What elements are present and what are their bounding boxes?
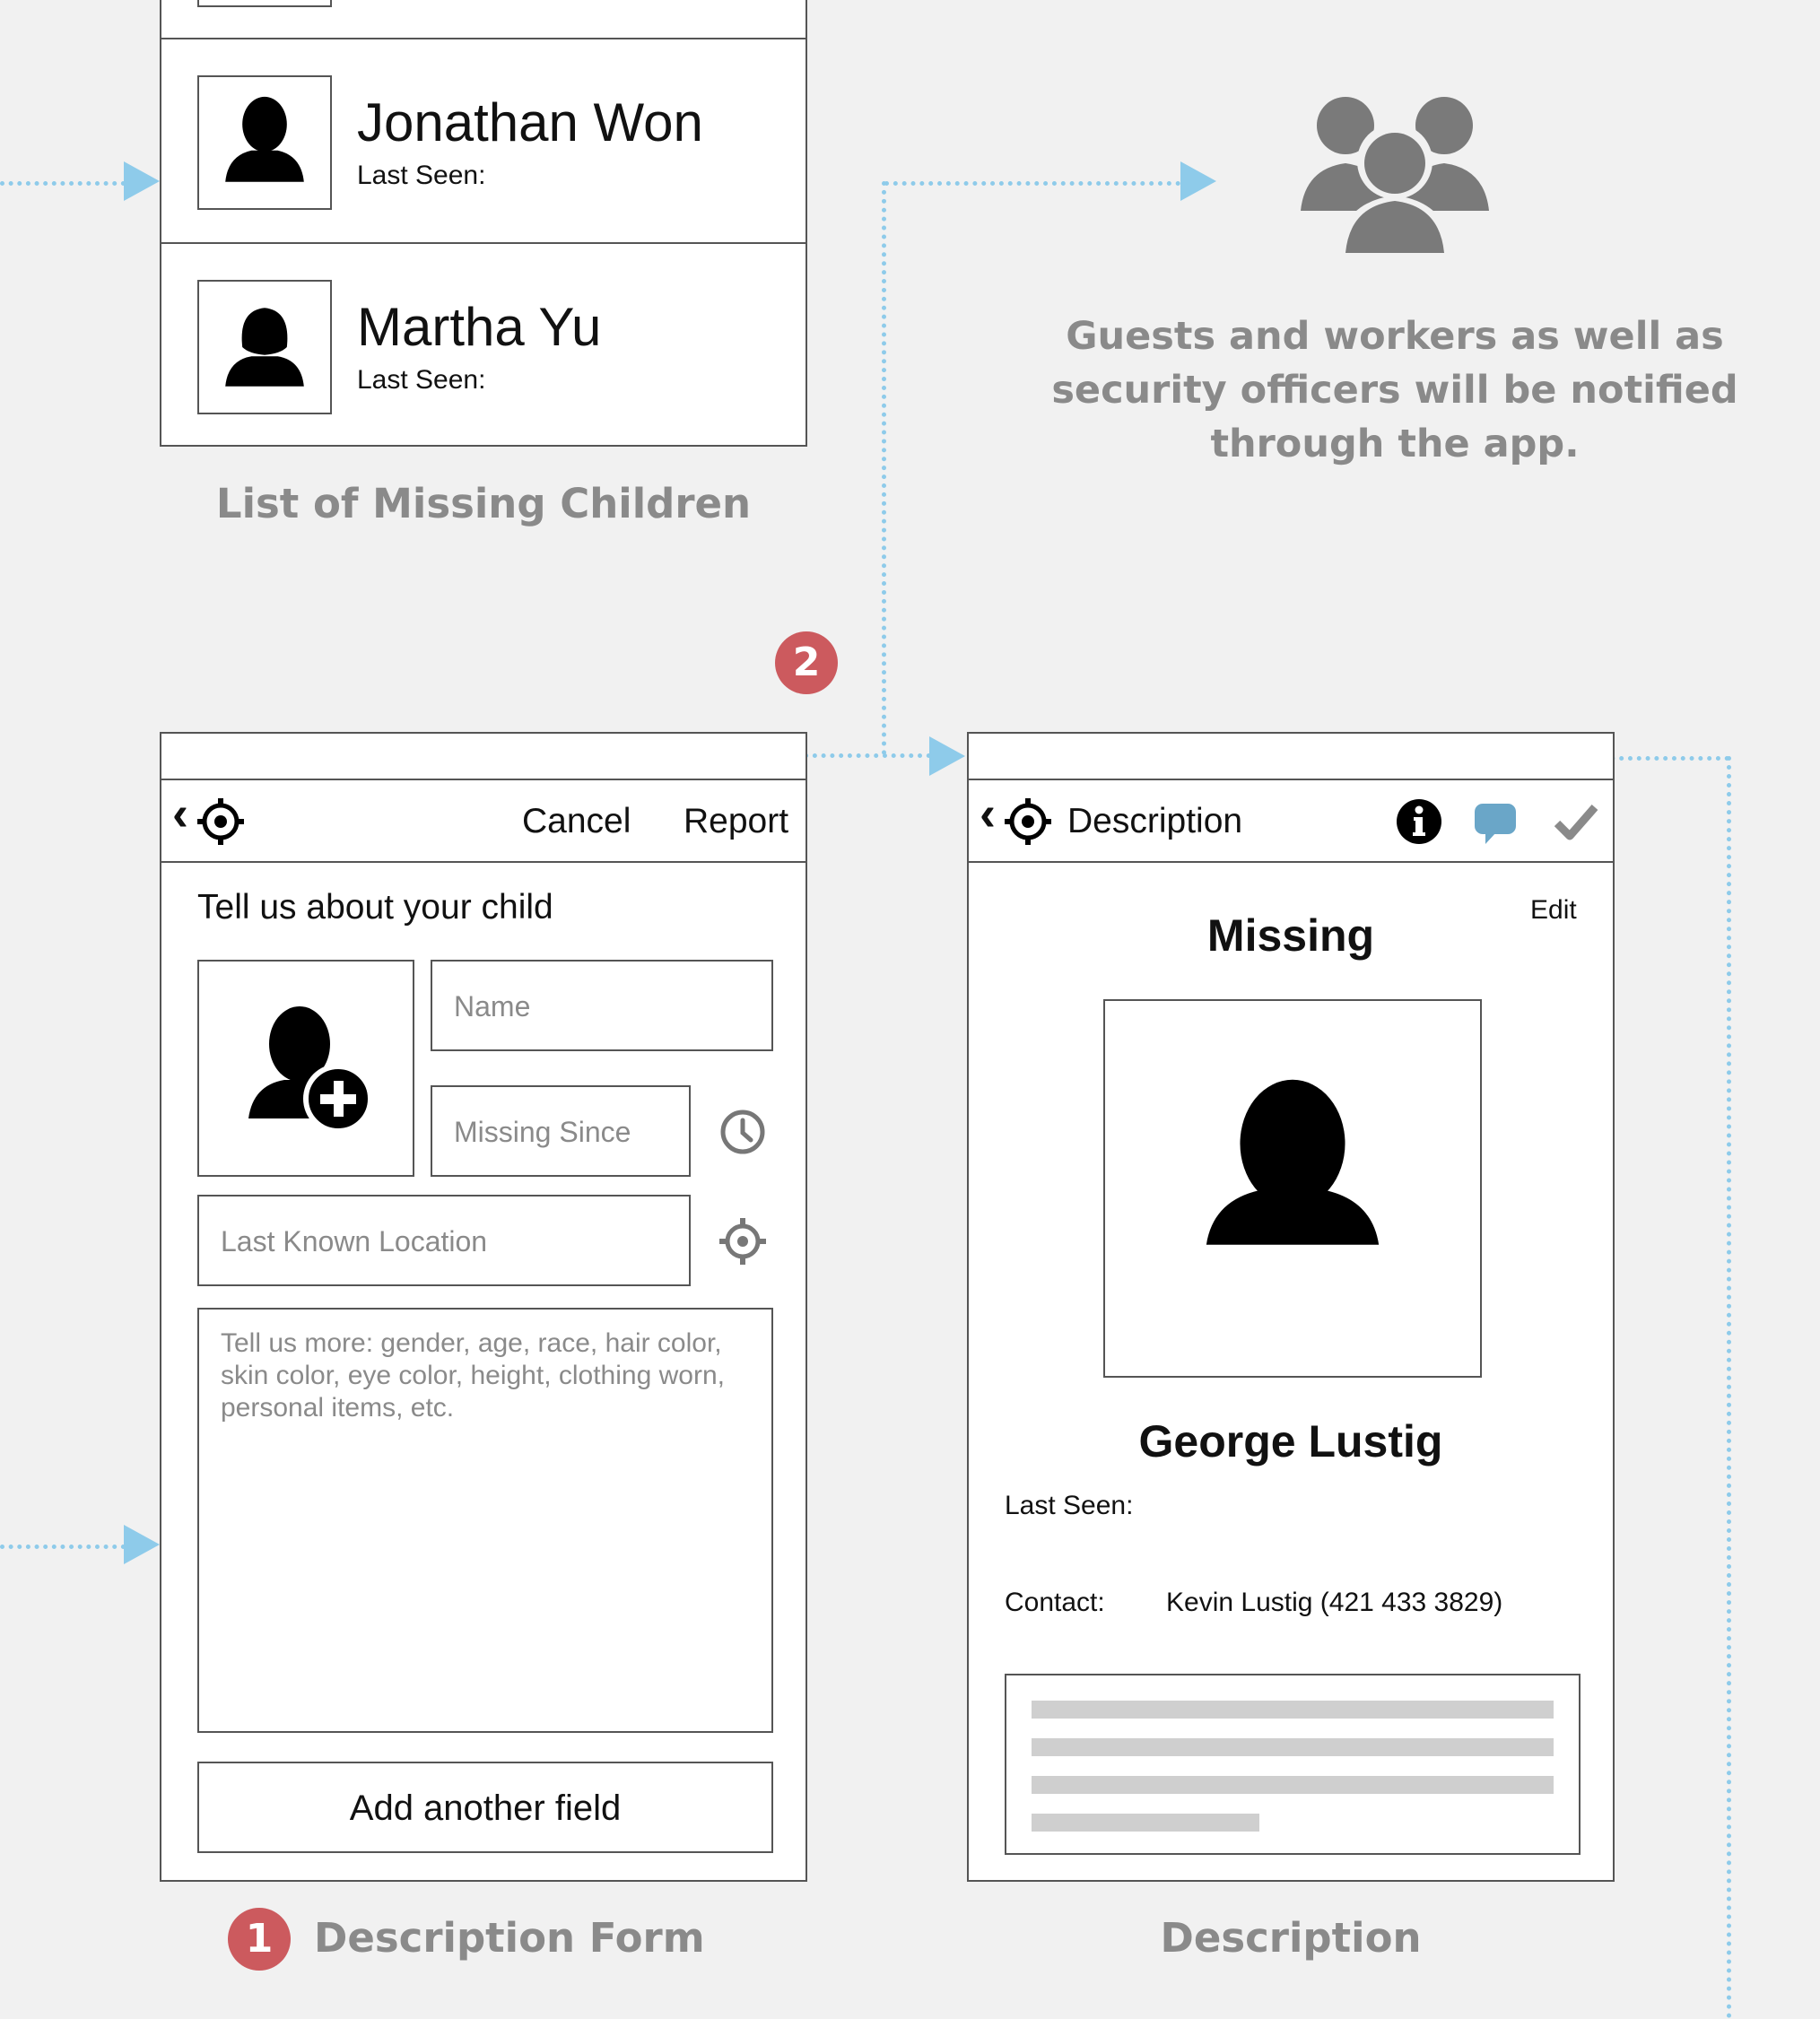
- child-name: George Lustig: [1138, 1416, 1443, 1466]
- missing-since-placeholder: Missing Since: [454, 1116, 631, 1148]
- notification-text-line: Guests and workers as well as: [1066, 314, 1724, 359]
- checkmark-icon[interactable]: [1554, 802, 1598, 841]
- add-person-icon: [248, 1006, 373, 1134]
- description-toolbar: ‹ Description: [969, 780, 1613, 861]
- last-known-location-input[interactable]: Last Known Location: [197, 1195, 691, 1286]
- description-text-box: [1005, 1674, 1581, 1855]
- list-screen-caption: List of Missing Children: [215, 480, 752, 527]
- missing-since-input[interactable]: Missing Since: [431, 1085, 691, 1177]
- cancel-button[interactable]: Cancel: [522, 802, 631, 841]
- add-photo-button[interactable]: [197, 960, 414, 1177]
- missing-children-list-screen: Jonathan Won Last Seen: Martha Yu Last S…: [160, 0, 807, 447]
- details-placeholder-line: Tell us more: gender, age, race, hair co…: [221, 1328, 722, 1358]
- person-female-icon: [225, 308, 304, 387]
- form-toolbar: ‹ Cancel Report: [161, 780, 806, 861]
- child-avatar: [197, 280, 332, 414]
- description-form-screen: ‹ Cancel Report Tell us about your child…: [160, 732, 807, 1882]
- connector-arrow: [929, 736, 965, 776]
- text-placeholder-line: [1032, 1701, 1554, 1719]
- details-placeholder: Tell us more: gender, age, race, hair co…: [221, 1327, 725, 1424]
- connector-arrow: [124, 1525, 160, 1564]
- crosshair-logo-icon: [1005, 798, 1051, 845]
- list-item[interactable]: Martha Yu Last Seen:: [161, 244, 806, 445]
- step-1-badge: 1: [228, 1908, 291, 1971]
- notification-text-line: security officers will be notified: [1051, 368, 1738, 413]
- description-screen: ‹ Description Edit Missing George Lustig…: [967, 732, 1615, 1882]
- report-button[interactable]: Report: [684, 802, 788, 841]
- add-another-field-button[interactable]: Add another field: [197, 1762, 773, 1853]
- connector-line: [0, 1545, 126, 1549]
- connector-arrow: [124, 161, 160, 201]
- toolbar-divider: [161, 861, 806, 863]
- form-screen-caption: Description Form: [314, 1914, 705, 1962]
- locate-crosshair-icon[interactable]: [719, 1218, 766, 1265]
- connector-line: [0, 181, 126, 186]
- child-photo: [1103, 999, 1482, 1378]
- details-placeholder-line: skin color, eye color, height, clothing …: [221, 1361, 725, 1390]
- child-name: Martha Yu: [357, 297, 602, 357]
- name-input[interactable]: Name: [431, 960, 773, 1051]
- contact-label: Contact:: [1005, 1588, 1105, 1617]
- details-placeholder-line: personal items, etc.: [221, 1393, 455, 1423]
- list-item[interactable]: Jonathan Won Last Seen:: [161, 39, 806, 242]
- notification-text: Guests and workers as well as security o…: [1041, 309, 1749, 471]
- child-avatar: [197, 75, 332, 210]
- back-chevron-icon[interactable]: ‹: [172, 786, 188, 841]
- list-item-avatar-partial: [197, 0, 332, 7]
- person-icon: [1206, 1079, 1380, 1245]
- chat-icon[interactable]: [1473, 802, 1518, 847]
- last-seen-label: Last Seen:: [357, 365, 486, 395]
- toolbar-divider: [969, 861, 1613, 863]
- connector-line: [882, 181, 886, 755]
- last-seen-label: Last Seen:: [357, 161, 486, 190]
- text-placeholder-line: [1032, 1738, 1554, 1756]
- clock-icon[interactable]: [719, 1109, 766, 1155]
- crosshair-logo-icon: [197, 798, 244, 845]
- back-chevron-icon[interactable]: ‹: [980, 786, 996, 841]
- connector-line: [1727, 756, 1731, 2019]
- name-placeholder: Name: [454, 990, 531, 1023]
- add-another-field-label: Add another field: [349, 1788, 622, 1828]
- connector-line: [884, 181, 1180, 186]
- person-icon: [225, 96, 304, 182]
- status-heading: Missing: [1206, 910, 1375, 961]
- details-textarea[interactable]: Tell us more: gender, age, race, hair co…: [197, 1308, 773, 1733]
- location-placeholder: Last Known Location: [221, 1225, 488, 1258]
- description-screen-caption: Description: [1160, 1914, 1422, 1962]
- form-heading: Tell us about your child: [197, 888, 553, 927]
- group-users-icon: [1301, 97, 1489, 256]
- text-placeholder-line: [1032, 1814, 1259, 1832]
- contact-value: Kevin Lustig (421 433 3829): [1166, 1588, 1503, 1617]
- child-name: Jonathan Won: [357, 92, 703, 152]
- notification-text-line: through the app.: [1210, 422, 1580, 466]
- toolbar-title: Description: [1067, 802, 1243, 840]
- info-icon[interactable]: [1396, 798, 1442, 845]
- text-placeholder-line: [1032, 1776, 1554, 1794]
- step-2-badge: 2: [775, 631, 838, 694]
- last-seen-label: Last Seen:: [1005, 1491, 1134, 1520]
- connector-arrow: [1180, 161, 1216, 201]
